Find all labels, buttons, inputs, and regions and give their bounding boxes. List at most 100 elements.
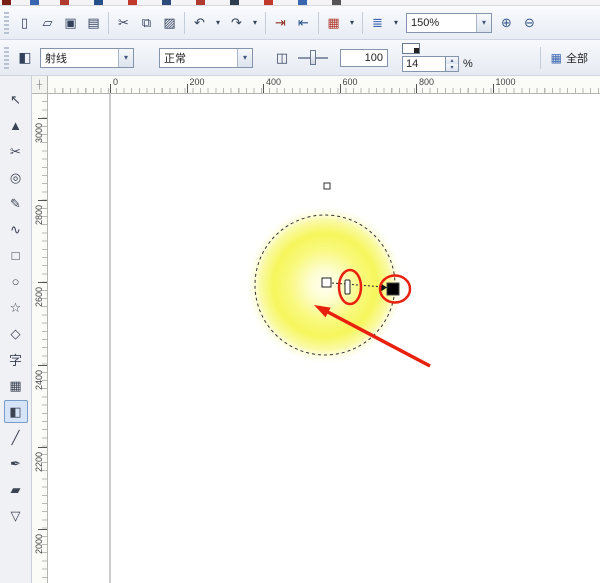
eyedropper-tool[interactable]: ╱ bbox=[4, 426, 28, 449]
horizontal-ruler[interactable]: 0 200 400 600 800 1000 bbox=[48, 76, 600, 94]
toolbar-grip[interactable] bbox=[4, 11, 9, 34]
edge-pad-spinner: ▴ ▾ bbox=[446, 56, 459, 72]
polygon-tool[interactable]: ☆ bbox=[4, 296, 28, 319]
fill-type-combobox[interactable]: 射线 ▾ bbox=[40, 47, 134, 68]
paint-mode-combobox[interactable]: 正常 ▾ bbox=[159, 47, 253, 68]
zoom-out-button[interactable]: ⊖ bbox=[518, 12, 541, 34]
apply-to-all-button[interactable]: ▦ 全部 bbox=[544, 47, 595, 69]
snap-options-button[interactable]: ≣ bbox=[366, 12, 389, 34]
gradient-start-handle[interactable] bbox=[321, 277, 332, 288]
chevron-down-icon[interactable]: ▾ bbox=[476, 13, 491, 32]
new-document-button[interactable]: ▯ bbox=[13, 12, 36, 34]
redo-icon: ↷ bbox=[231, 15, 242, 30]
spinner-up-icon[interactable]: ▴ bbox=[446, 57, 458, 64]
interactive-fill-tool[interactable]: ◧ bbox=[3, 400, 28, 423]
chevron-down-icon[interactable]: ▾ bbox=[118, 48, 133, 67]
redo-button[interactable]: ↷ bbox=[225, 12, 248, 34]
redo-dropdown-button[interactable]: ▾ bbox=[248, 12, 262, 34]
zoom-tool[interactable]: ◎ bbox=[4, 166, 28, 189]
table-tool-icon: ▦ bbox=[9, 377, 22, 393]
transparency-tool[interactable]: ▽ bbox=[4, 504, 28, 527]
toolbar-separator bbox=[318, 11, 319, 34]
redo-dropdown-icon: ▾ bbox=[252, 17, 257, 27]
edge-pad-cluster: 14 ▴ ▾ % bbox=[402, 43, 473, 72]
menubar-icon-fragment bbox=[128, 0, 137, 5]
crop-tool-icon: ✂ bbox=[10, 143, 21, 159]
vertical-ruler[interactable]: 3000 2800 2600 2400 2200 2000 bbox=[32, 94, 48, 583]
zoom-tool-icon: ◎ bbox=[9, 169, 22, 185]
drawing-canvas[interactable] bbox=[48, 94, 600, 583]
pick-tool[interactable]: ↖ bbox=[4, 88, 28, 111]
midpoint-slider[interactable] bbox=[296, 49, 330, 67]
app-window: ▯ ▱ ▣ ▤ ✂ ⧉ ▨ ↶ ▾ ↷ ▾ ⇥ ⇤ ▦ ▾ ≣ ▾ 150% ▾ ⊕ ⊖ ◧ 射线 ▾ 正常 ▾ … bbox=[0, 0, 600, 583]
freehand-tool[interactable]: ✎ bbox=[4, 192, 28, 215]
toolbar-right-group: ⊕ ⊖ bbox=[495, 12, 541, 34]
ruler-tick bbox=[186, 84, 188, 93]
copy-button[interactable]: ⧉ bbox=[135, 12, 158, 34]
save-button[interactable]: ▣ bbox=[59, 12, 82, 34]
v-ruler-label: 3000 bbox=[34, 122, 44, 144]
midpoint-button[interactable]: ◫ bbox=[270, 47, 294, 69]
text-tool[interactable]: 字 bbox=[4, 348, 28, 371]
new-document-icon: ▯ bbox=[20, 15, 29, 30]
smart-fill-tool[interactable]: ∿ bbox=[4, 218, 28, 241]
undo-icon: ↶ bbox=[194, 15, 205, 30]
property-bar: ◧ 射线 ▾ 正常 ▾ ◫ 100 14 ▴ ▾ % ▦ 全部 bbox=[0, 40, 600, 76]
paint-mode-value: 正常 bbox=[164, 52, 186, 65]
toolbar-separator bbox=[265, 11, 266, 34]
fill-color-swatch[interactable] bbox=[402, 43, 420, 54]
spinner-down-icon[interactable]: ▾ bbox=[446, 64, 458, 71]
v-ruler-label: 2000 bbox=[34, 533, 44, 555]
menubar-icon-fragment bbox=[332, 0, 341, 5]
chevron-down-icon[interactable]: ▾ bbox=[237, 48, 252, 67]
midpoint-slider-thumb[interactable] bbox=[310, 49, 316, 65]
export-button[interactable]: ⇤ bbox=[292, 12, 315, 34]
rectangle-tool-icon: □ bbox=[11, 248, 20, 263]
v-ruler-label: 2600 bbox=[34, 287, 44, 308]
canvas-scene bbox=[109, 94, 431, 583]
midpoint-value-field[interactable]: 100 bbox=[340, 48, 388, 67]
v-ruler-label: 2400 bbox=[34, 369, 44, 390]
propbar-separator bbox=[539, 46, 541, 69]
open-button[interactable]: ▱ bbox=[36, 12, 59, 34]
standard-toolbar: ▯ ▱ ▣ ▤ ✂ ⧉ ▨ ↶ ▾ ↷ ▾ ⇥ ⇤ ▦ ▾ ≣ ▾ 150% ▾ ⊕ ⊖ bbox=[0, 6, 600, 40]
object-node-handle[interactable] bbox=[323, 182, 331, 190]
basic-shapes-tool[interactable]: ◇ bbox=[4, 322, 28, 345]
application-launcher-icon: ▦ bbox=[327, 15, 340, 30]
export-icon: ⇤ bbox=[298, 15, 309, 30]
gradient-end-handle[interactable] bbox=[386, 282, 400, 296]
zoom-in-button[interactable]: ⊕ bbox=[495, 12, 518, 34]
table-tool[interactable]: ▦ bbox=[4, 374, 28, 397]
menubar-icon-fragment bbox=[94, 0, 103, 5]
edit-fill-icon: ◧ bbox=[18, 49, 32, 65]
undo-dropdown-button[interactable]: ▾ bbox=[211, 12, 225, 34]
cut-button[interactable]: ✂ bbox=[112, 12, 135, 34]
h-ruler-label: 0 bbox=[113, 77, 119, 87]
crop-tool[interactable]: ✂ bbox=[4, 140, 28, 163]
import-button[interactable]: ⇥ bbox=[269, 12, 292, 34]
zoom-level-combobox[interactable]: 150% ▾ bbox=[406, 12, 492, 33]
toolbar-left-group: ▯ ▱ ▣ ▤ ✂ ⧉ ▨ ↶ ▾ ↷ ▾ ⇥ ⇤ ▦ ▾ ≣ ▾ bbox=[13, 11, 403, 34]
fill-tool[interactable]: ▰ bbox=[4, 478, 28, 501]
menubar-icon-fragment bbox=[162, 0, 171, 5]
ruler-origin-button[interactable]: ┼ bbox=[32, 76, 48, 94]
shape-tool[interactable]: ▲ bbox=[4, 114, 28, 137]
undo-button[interactable]: ↶ bbox=[188, 12, 211, 34]
edit-fill-button[interactable]: ◧ bbox=[13, 47, 37, 69]
fill-tool-icon: ▰ bbox=[10, 481, 21, 497]
print-button[interactable]: ▤ bbox=[82, 12, 105, 34]
paste-button[interactable]: ▨ bbox=[158, 12, 181, 34]
outline-pen-tool[interactable]: ✒ bbox=[4, 452, 28, 475]
edge-pad-field[interactable]: 14 bbox=[402, 56, 446, 72]
application-launcher-button[interactable]: ▦ bbox=[322, 12, 345, 34]
rectangle-tool[interactable]: □ bbox=[4, 244, 28, 267]
basic-shapes-tool-icon: ◇ bbox=[10, 325, 21, 341]
ruler-tick bbox=[416, 84, 417, 93]
application-launcher-dropdown-button[interactable]: ▾ bbox=[345, 12, 359, 34]
gradient-midpoint-handle[interactable] bbox=[344, 279, 351, 295]
snap-options-dropdown-button[interactable]: ▾ bbox=[389, 12, 403, 34]
save-icon: ▣ bbox=[64, 15, 77, 30]
v-ruler-label: 2800 bbox=[34, 205, 44, 226]
ellipse-tool[interactable]: ○ bbox=[4, 270, 28, 293]
propbar-grip[interactable] bbox=[4, 46, 9, 69]
